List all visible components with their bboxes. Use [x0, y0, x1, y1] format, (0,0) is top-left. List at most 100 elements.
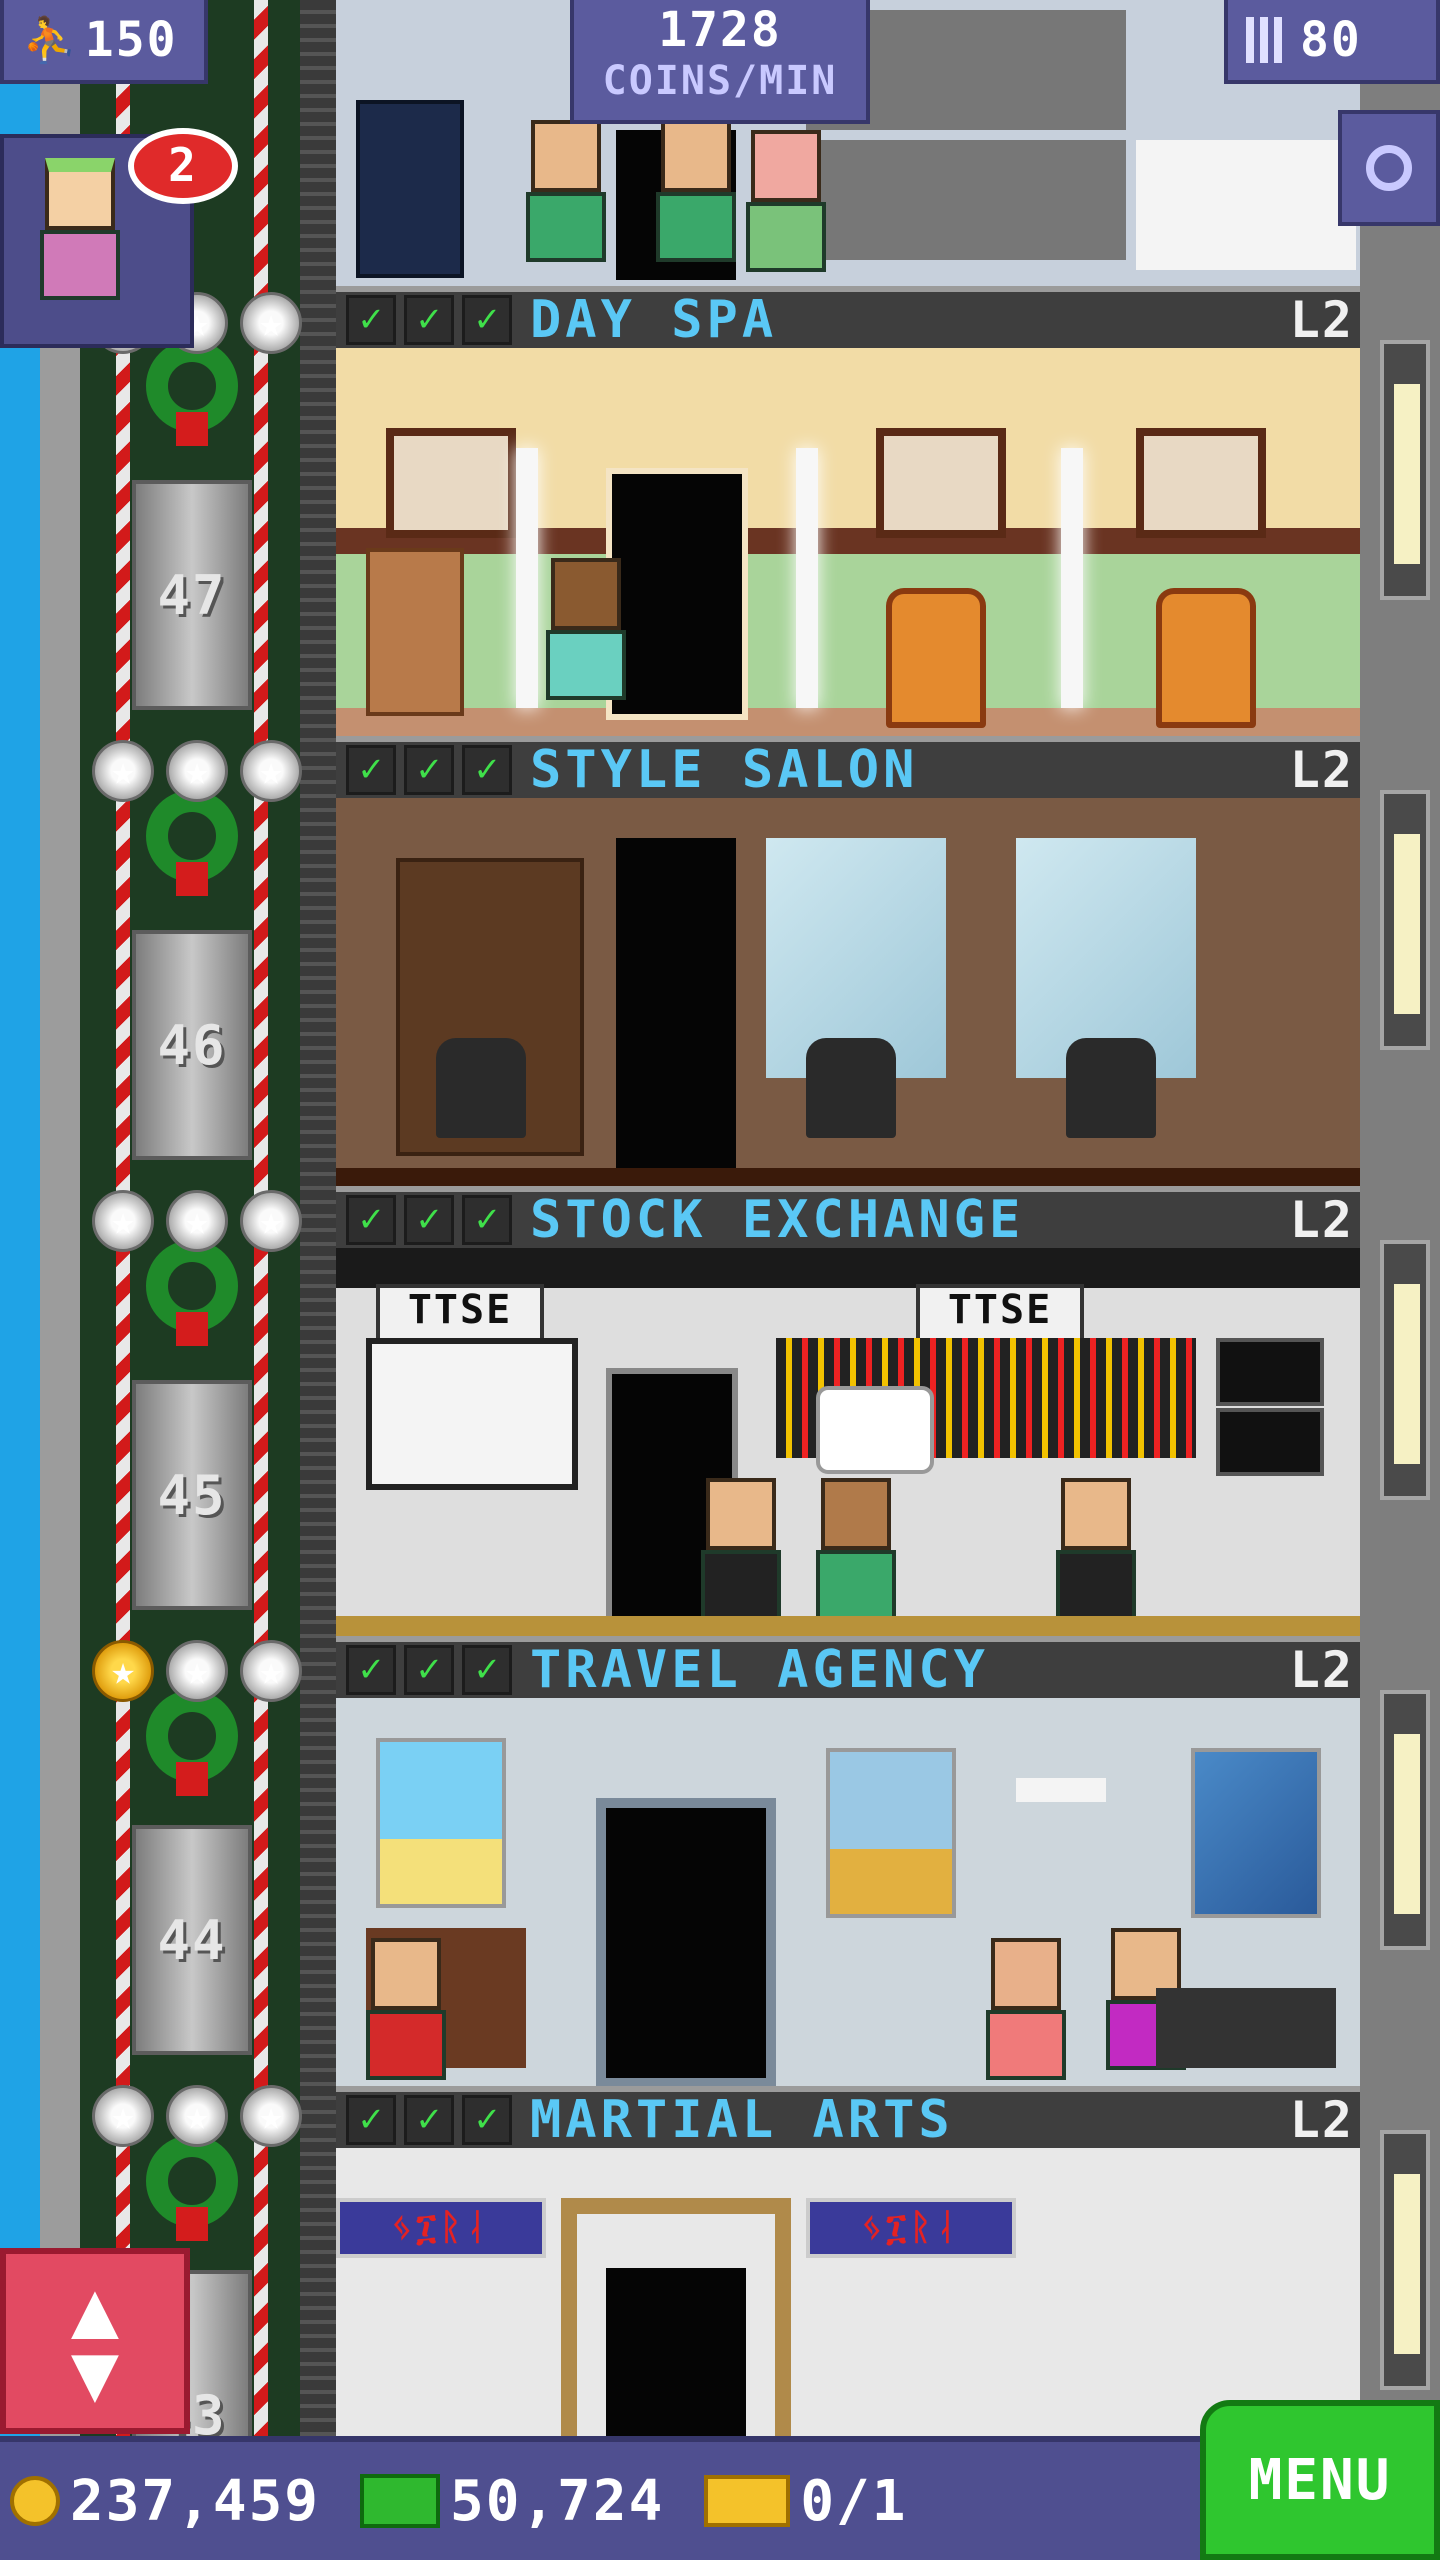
room-style-salon[interactable] [336, 798, 1360, 1186]
floor-header-travel-agency[interactable]: ✓ ✓ ✓ TRAVEL AGENCY L2 [336, 1636, 1360, 1700]
floor-number: 44 [157, 1908, 227, 1972]
room-travel-agency[interactable] [336, 1698, 1360, 2086]
check-icon: ✓ [462, 295, 512, 345]
silver-star-icon: ★ [240, 292, 302, 354]
elevator-button[interactable]: ▲ ▼ [0, 2248, 190, 2434]
gold-star-icon: ★ [92, 1640, 154, 1702]
elevator-floor-46[interactable]: 46 [132, 930, 252, 1160]
floor-header-style-salon[interactable]: ✓ ✓ ✓ STYLE SALON L2 [336, 736, 1360, 800]
bitizen[interactable] [986, 1938, 1066, 2080]
window [1380, 790, 1430, 1050]
ticker-display [1216, 1408, 1324, 1476]
floor-stocked-checks: ✓ ✓ ✓ [346, 1195, 520, 1245]
coin-icon [10, 2476, 60, 2526]
room-day-spa[interactable] [336, 348, 1360, 736]
bitizen[interactable] [746, 130, 826, 272]
bitizen[interactable] [366, 1938, 446, 2080]
floor-stocked-checks: ✓ ✓ ✓ [346, 745, 520, 795]
vending-machine [356, 100, 464, 278]
building-icon [1246, 17, 1286, 63]
window [1380, 1240, 1430, 1500]
floor-name: TRAVEL AGENCY [530, 1640, 989, 1700]
floor-name: STOCK EXCHANGE [530, 1190, 1025, 1250]
floor-lamp [516, 448, 538, 708]
check-icon: ✓ [404, 745, 454, 795]
stock-chart-screen [366, 1338, 578, 1490]
menu-button[interactable]: MENU [1200, 2400, 1440, 2560]
floor-count-value: 80 [1300, 12, 1362, 68]
room-door [596, 1798, 776, 2086]
floor-name: DAY SPA [530, 290, 778, 350]
bitizen[interactable] [526, 120, 606, 262]
star-rating: ★★★ [92, 1640, 302, 1710]
floor-header-stock-exchange[interactable]: ✓ ✓ ✓ STOCK EXCHANGE L2 [336, 1186, 1360, 1250]
visitor-panel[interactable]: 2 [0, 128, 238, 348]
bux-icon [360, 2474, 441, 2528]
floor-level: L2 [1289, 1641, 1354, 1699]
ceiling [336, 1248, 1360, 1288]
bitizen[interactable] [546, 558, 626, 700]
golden-ticket-icon [704, 2475, 791, 2527]
salon-chair [1066, 1038, 1156, 1138]
floor-header-day-spa[interactable]: ✓ ✓ ✓ DAY SPA L2 [336, 286, 1360, 350]
check-icon: ✓ [346, 295, 396, 345]
check-icon: ✓ [462, 2095, 512, 2145]
cruise-poster [376, 1738, 506, 1908]
coins-per-minute-panel: 1728 COINS/MIN [570, 0, 870, 124]
floor-lamp [1061, 448, 1083, 708]
silver-star-icon: ★ [240, 2085, 302, 2147]
floor-level: L2 [1289, 291, 1354, 349]
floor-header-martial-arts[interactable]: ✓ ✓ ✓ MARTIAL ARTS L2 [336, 2086, 1360, 2150]
counter [1136, 140, 1356, 270]
salon-chair [436, 1038, 526, 1138]
elevator-floor-47[interactable]: 47 [132, 480, 252, 710]
floor-line [336, 1616, 1360, 1636]
check-icon: ✓ [462, 745, 512, 795]
magnifier-icon [1366, 145, 1412, 191]
ticker-display [1216, 1338, 1324, 1406]
star-rating: ★★★ [92, 2085, 302, 2155]
visitor-count-badge: 2 [128, 128, 238, 204]
coins-value: 237,459 [70, 2468, 321, 2534]
bitizen[interactable] [701, 1478, 781, 1620]
floor-stocked-checks: ✓ ✓ ✓ [346, 2095, 520, 2145]
floor-count-counter[interactable]: 80 [1224, 0, 1440, 84]
room-door [616, 838, 736, 1168]
floor-level: L2 [1289, 1191, 1354, 1249]
floor-level: L2 [1289, 2091, 1354, 2149]
window [1380, 2130, 1430, 2390]
spa-chair [1156, 588, 1256, 728]
bitizen[interactable] [816, 1478, 896, 1620]
check-icon: ✓ [346, 1195, 396, 1245]
ttse-sign: TTSE [916, 1284, 1084, 1342]
beach-poster [826, 1748, 956, 1918]
floor-name: STYLE SALON [530, 740, 919, 800]
mail-speech-bubble-icon[interactable] [816, 1386, 934, 1474]
ttse-sign: TTSE [376, 1284, 544, 1342]
floor-line [336, 1168, 1360, 1186]
bitizen[interactable] [656, 120, 736, 262]
search-button[interactable] [1338, 110, 1440, 226]
bitizen[interactable] [1056, 1478, 1136, 1620]
silver-star-icon: ★ [92, 2085, 154, 2147]
elevator-floor-45[interactable]: 45 [132, 1380, 252, 1610]
room-door [606, 468, 748, 720]
picture-frame [386, 428, 516, 538]
airplane-icon [1016, 1778, 1106, 1802]
check-icon: ✓ [404, 2095, 454, 2145]
dojo-banner: ᛃ፲ᚱᛆ [336, 2198, 546, 2258]
population-counter[interactable]: ⛹ 150 [0, 0, 208, 84]
silver-star-icon: ★ [166, 1640, 228, 1702]
floor-name: MARTIAL ARTS [530, 2090, 954, 2150]
silver-star-icon: ★ [92, 1190, 154, 1252]
room-stock-exchange[interactable]: TTSE TTSE [336, 1248, 1360, 1636]
menu-label: MENU [1248, 2447, 1392, 2513]
elevator-rail [300, 0, 336, 2440]
room-door [606, 2268, 746, 2440]
elevator-floor-44[interactable]: 44 [132, 1825, 252, 2055]
coins-rate-value: 1728 [658, 2, 782, 58]
dojo-banner: ᛃ፲ᚱᛆ [806, 2198, 1016, 2258]
room-martial-arts[interactable]: ᛃ፲ᚱᛆ ᛃ፲ᚱᛆ [336, 2148, 1360, 2440]
check-icon: ✓ [346, 2095, 396, 2145]
bux-value: 50,724 [450, 2468, 665, 2534]
